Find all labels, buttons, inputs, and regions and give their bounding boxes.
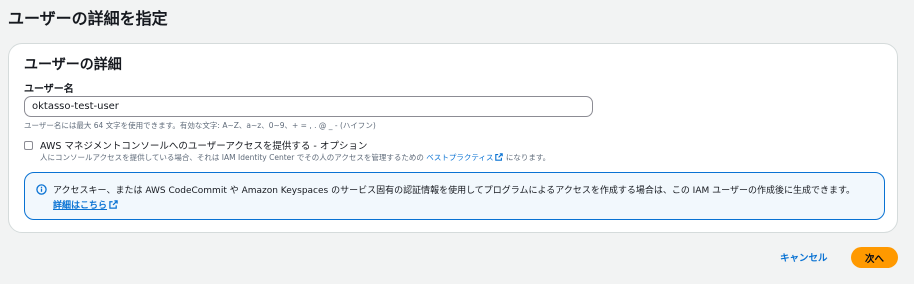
best-practices-link-label: ベストプラクティス [426,153,494,162]
console-access-desc-prefix: 人にコンソールアクセスを提供している場合、それは IAM Identity Ce… [40,153,427,162]
learn-more-link[interactable]: 詳細はこちら [53,198,118,211]
external-link-icon [109,200,118,209]
username-label: ユーザー名 [24,84,74,95]
best-practices-link[interactable]: ベストプラクティス [426,153,504,162]
username-input[interactable] [24,96,593,117]
section-title: ユーザーの詳細 [24,57,122,73]
next-button[interactable]: 次へ [851,247,898,268]
user-details-panel: ユーザーの詳細 ユーザー名 ユーザー名には最大 64 文字を使用できます。有効な… [8,43,898,233]
info-alert: アクセスキー、または AWS CodeCommit や Amazon Keysp… [24,172,885,220]
console-access-checkbox[interactable] [24,141,33,150]
page-title: ユーザーの詳細を指定 [8,9,168,28]
console-access-label[interactable]: AWS マネジメントコンソールへのユーザーアクセスを提供する - オプション [40,138,367,152]
console-access-description: 人にコンソールアクセスを提供している場合、それは IAM Identity Ce… [40,152,550,163]
username-hint: ユーザー名には最大 64 文字を使用できます。有効な文字: A~Z、a~z、0~… [24,121,376,130]
cancel-button[interactable]: キャンセル [780,250,828,264]
info-icon [36,184,47,195]
learn-more-label: 詳細はこちら [53,201,108,211]
console-access-desc-suffix: になります。 [503,153,551,162]
info-alert-text: アクセスキー、または AWS CodeCommit や Amazon Keysp… [53,186,856,196]
